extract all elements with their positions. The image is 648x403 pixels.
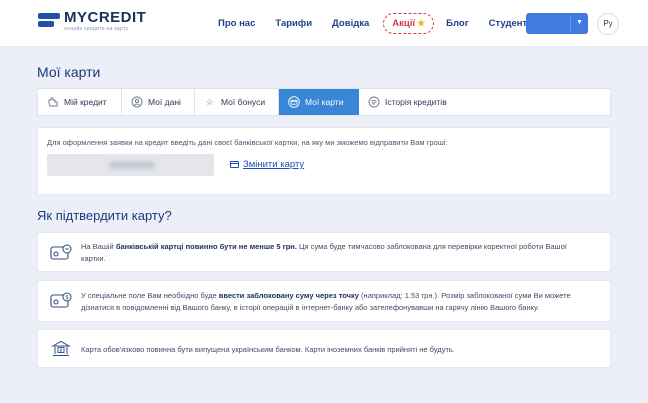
change-card-link[interactable]: Змінити карту xyxy=(230,159,304,170)
tab-label: Історія кредитів xyxy=(385,97,447,107)
nav-tariffs[interactable]: Тарифи xyxy=(275,18,312,29)
info-text: Карта обов'язково повинна бути випущена … xyxy=(81,345,455,354)
logo[interactable]: MYCREDIT онлайн кредити на карту xyxy=(38,10,146,33)
star-icon: ★ xyxy=(417,18,426,28)
main-nav: Про нас Тарифи Довідка Акції ★ Блог Студ… xyxy=(218,0,559,47)
card-lock-icon xyxy=(50,244,72,262)
logo-mark-icon xyxy=(38,13,60,29)
tab-credit-history[interactable]: Історія кредитів xyxy=(359,89,455,115)
info-item: $ У спеціальне поле Вам необхідно буде в… xyxy=(37,280,611,322)
logo-title: MYCREDIT xyxy=(64,9,147,26)
card-panel: Для оформлення заявки на кредит введіть … xyxy=(37,127,611,195)
language-switch[interactable]: Ру xyxy=(597,13,619,35)
svg-text:₴: ₴ xyxy=(60,348,63,353)
tab-label: Мої бонуси xyxy=(221,97,266,107)
info-item: На Вашій банківській картці повинно бути… xyxy=(37,232,611,272)
masked-card-number xyxy=(47,154,214,176)
info-item: ₴ Карта обов'язково повинна бути випущен… xyxy=(37,329,611,368)
nav-promo-label: Акції xyxy=(392,18,416,29)
chevron-down-icon: ▼ xyxy=(576,19,583,26)
card-icon xyxy=(230,161,239,168)
nav-promo[interactable]: Акції ★ xyxy=(383,13,435,34)
list-icon xyxy=(367,96,380,109)
info-text: На Вашій банківській картці повинно бути… xyxy=(81,242,567,263)
star-icon: ☆ xyxy=(205,96,214,107)
header: MYCREDIT онлайн кредити на карту Про нас… xyxy=(0,0,648,47)
change-card-label: Змінити карту xyxy=(243,159,305,170)
tab-my-data[interactable]: Мої дані xyxy=(122,89,195,115)
svg-text:$: $ xyxy=(65,295,68,301)
logo-subtitle: онлайн кредити на карту xyxy=(64,26,129,32)
info-text: У спеціальне поле Вам необхідно буде вве… xyxy=(81,291,571,312)
card-amount-icon: $ xyxy=(50,292,72,310)
hand-icon xyxy=(46,96,59,109)
section-title: Як підтвердити карту? xyxy=(37,208,172,223)
account-tabs: Мій кредит Мої дані ☆ Мої бонуси Мої кар… xyxy=(37,88,611,116)
nav-about[interactable]: Про нас xyxy=(218,18,255,29)
nav-help[interactable]: Довідка xyxy=(332,18,369,29)
tab-label: Мій кредит xyxy=(64,97,107,107)
bank-icon: ₴ xyxy=(50,340,72,358)
user-icon xyxy=(130,96,143,109)
tab-label: Мої карти xyxy=(305,97,344,107)
tab-label: Мої дані xyxy=(148,97,181,107)
page-title: Мої карти xyxy=(37,64,101,80)
nav-blog[interactable]: Блог xyxy=(446,18,469,29)
card-instruction: Для оформлення заявки на кредит введіть … xyxy=(47,138,448,147)
card-icon xyxy=(287,96,300,109)
tab-my-cards[interactable]: Мої карти xyxy=(279,89,359,115)
tab-my-credit[interactable]: Мій кредит xyxy=(38,89,122,115)
tab-my-bonuses[interactable]: ☆ Мої бонуси xyxy=(195,89,279,115)
account-button[interactable]: ▼ xyxy=(526,13,588,34)
